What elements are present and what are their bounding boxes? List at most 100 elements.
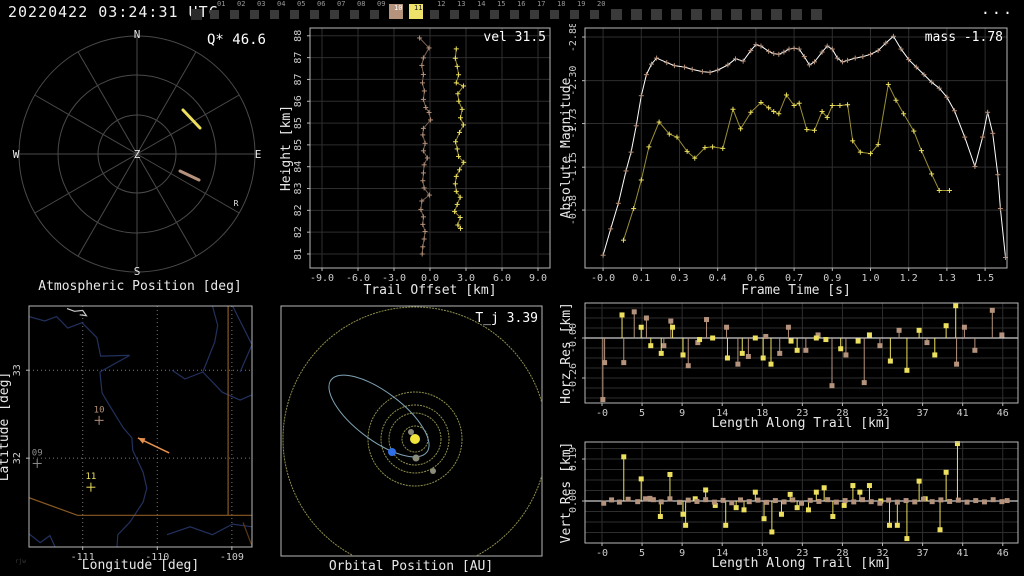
trail_offset-y-tick: 87 — [293, 73, 304, 85]
frame-box-18[interactable]: 18 — [549, 0, 569, 24]
magnitude-x-tick: -0.0 — [591, 273, 615, 284]
frame-box-03[interactable]: 03 — [249, 0, 269, 24]
frame-box-blank-26[interactable] — [709, 0, 729, 24]
horz_res-x-tick: 41 — [957, 408, 969, 419]
vert_res-grid — [585, 442, 1018, 543]
trail_offset-y-tick: 84 — [293, 161, 304, 173]
map-layers: 09 10 11 — [29, 306, 252, 547]
frame-box-15[interactable]: 15 — [489, 0, 509, 24]
frame-box-16[interactable]: 16 — [509, 0, 529, 24]
frame-box-blank-23[interactable] — [649, 0, 669, 24]
frame-box-17[interactable]: 17 — [529, 0, 549, 24]
light-curve-panel: -0.0 0.1 0.3 0.4 0.6 0.7 0.9 1.0 1.2 1.3 1.5-2.88-… — [560, 24, 1008, 298]
vert_res-plot-frame — [584, 441, 1019, 544]
atmospheric-position-panel: N E S W Z R Q* 46.6 Atmospheric Position [deg] — [13, 28, 266, 294]
magnitude-series-station-11 — [620, 81, 952, 243]
trail_offset-x-tick: 9.0 — [529, 273, 547, 284]
frame-box-blank-0[interactable] — [189, 0, 209, 24]
orbit-layers — [282, 306, 542, 556]
frame-box-07[interactable]: 07 — [329, 0, 349, 24]
horz_res-x-tick: 46 — [997, 408, 1009, 419]
map-x-tick: -109 — [220, 552, 244, 563]
frame-box-blank-29[interactable] — [769, 0, 789, 24]
compass-W: W — [13, 148, 20, 161]
frame-box-blank-22[interactable] — [629, 0, 649, 24]
compass-N: N — [134, 28, 141, 41]
sun — [410, 434, 420, 444]
frame-box-blank-21[interactable] — [609, 0, 629, 24]
horz_res-x-label: Length Along Trail [km] — [711, 416, 891, 430]
frame-box-04[interactable]: 04 — [269, 0, 289, 24]
horizontal-residuals-panel: -0 5 9 14 18 23 28 32 37 41 46-0.00-0.26Length Alo… — [560, 302, 1019, 430]
ground-map-panel: 091011-111 -110 -1093332Longitude [deg]Lat… — [0, 305, 253, 573]
frame-box-blank-31[interactable] — [809, 0, 829, 24]
frame-box-08[interactable]: 08 — [349, 0, 369, 24]
trail_offset-y-tick: 81 — [293, 248, 304, 260]
frame-box-blank-25[interactable] — [689, 0, 709, 24]
station-marker-11: 11 — [85, 472, 96, 492]
vert_res-x-label: Length Along Trail [km] — [711, 556, 891, 571]
frame-box-11[interactable]: 11 — [409, 0, 429, 24]
trail_offset-x-label: Trail Offset [km] — [363, 283, 496, 298]
map-river — [29, 315, 130, 357]
map-outline — [66, 308, 88, 317]
zenith-label: Z — [134, 148, 141, 161]
frame-box-blank-30[interactable] — [789, 0, 809, 24]
frame-box-19[interactable]: 19 — [569, 0, 589, 24]
frame-box-02[interactable]: 02 — [229, 0, 249, 24]
horz_res-y-label: Horz Res [km] — [560, 302, 574, 404]
horz_res-x-tick: 37 — [917, 408, 929, 419]
map-plot-frame — [28, 305, 253, 548]
frame-box-blank-24[interactable] — [669, 0, 689, 24]
trail_offset-x-tick: -9.0 — [310, 273, 334, 284]
magnitude-x-tick: 0.4 — [709, 273, 727, 284]
trail_offset-y-tick: 88 — [293, 30, 304, 42]
magnitude-x-tick: 0.1 — [632, 273, 650, 284]
planet-venus — [412, 454, 420, 462]
map-y-tick: 32 — [12, 452, 23, 464]
trail_offset-series-station-11 — [452, 46, 467, 231]
compass-E: E — [255, 148, 262, 161]
map-y-tick: 33 — [12, 364, 23, 376]
status-bar: 20220422 03:24:31 UTC 01 02 03 04 05 06 07 08 09… — [0, 0, 1024, 24]
orbit-annotation: T_j 3.39 — [475, 311, 538, 326]
map-river — [166, 523, 252, 536]
planet-mars — [430, 468, 436, 474]
frame-box-09[interactable]: 09 — [369, 0, 389, 24]
station-marker-10: 10 — [94, 405, 105, 425]
overflow-menu[interactable]: ... — [981, 0, 1014, 18]
map-river — [29, 533, 56, 547]
frame-box-12[interactable]: 12 — [429, 0, 449, 24]
watermark: rjw — [15, 558, 26, 565]
magnitude-x-tick: 1.2 — [900, 273, 918, 284]
magnitude-x-tick: 1.3 — [938, 273, 956, 284]
frame-box-13[interactable]: 13 — [449, 0, 469, 24]
station-marker-09: 09 — [32, 448, 43, 468]
frame-box-05[interactable]: 05 — [289, 0, 309, 24]
map-river — [99, 354, 148, 547]
frame-box-01[interactable]: 01 — [209, 0, 229, 24]
map-river — [232, 306, 252, 373]
frame-box-14[interactable]: 14 — [469, 0, 489, 24]
frame-box-06[interactable]: 06 — [309, 0, 329, 24]
station-label-09: 09 — [32, 448, 43, 458]
frame-box-20[interactable]: 20 — [589, 0, 609, 24]
vertical-residuals-panel: -0 5 9 14 18 23 28 32 37 41 460.190.00Length Along… — [560, 441, 1019, 571]
frame-box-blank-27[interactable] — [729, 0, 749, 24]
vert_res-x-tick: 46 — [997, 548, 1009, 559]
trail_offset-y-tick: 86 — [293, 95, 304, 107]
orbital-position-panel: T_j 3.39 Orbital Position [AU] — [280, 305, 543, 574]
vert_res-x-tick: -0 — [596, 548, 608, 559]
trail-offset-panel: -9.0 -6.0 -3.0 0.0 3.0 6.0 9.08887878685858483… — [280, 27, 551, 298]
frame-box-blank-28[interactable] — [749, 0, 769, 24]
frame-strip[interactable]: 01 02 03 04 05 06 07 08 09 10 11 12 13 14 15 16 17 18 19 20 — [186, 0, 836, 24]
vert_res-y-label: Vert Res [km] — [560, 442, 574, 544]
trail_offset-y-tick: 83 — [293, 182, 304, 194]
frame-box-10[interactable]: 10 — [389, 0, 409, 24]
trail_offset-y-tick: 87 — [293, 52, 304, 64]
trail_offset-annotation: vel 31.5 — [483, 30, 546, 45]
station-label-10: 10 — [94, 405, 105, 415]
trajectory-arrow — [137, 437, 170, 454]
magnitude-y-tick: -2.88 — [568, 24, 579, 52]
vert_res-x-tick: 5 — [639, 548, 645, 559]
